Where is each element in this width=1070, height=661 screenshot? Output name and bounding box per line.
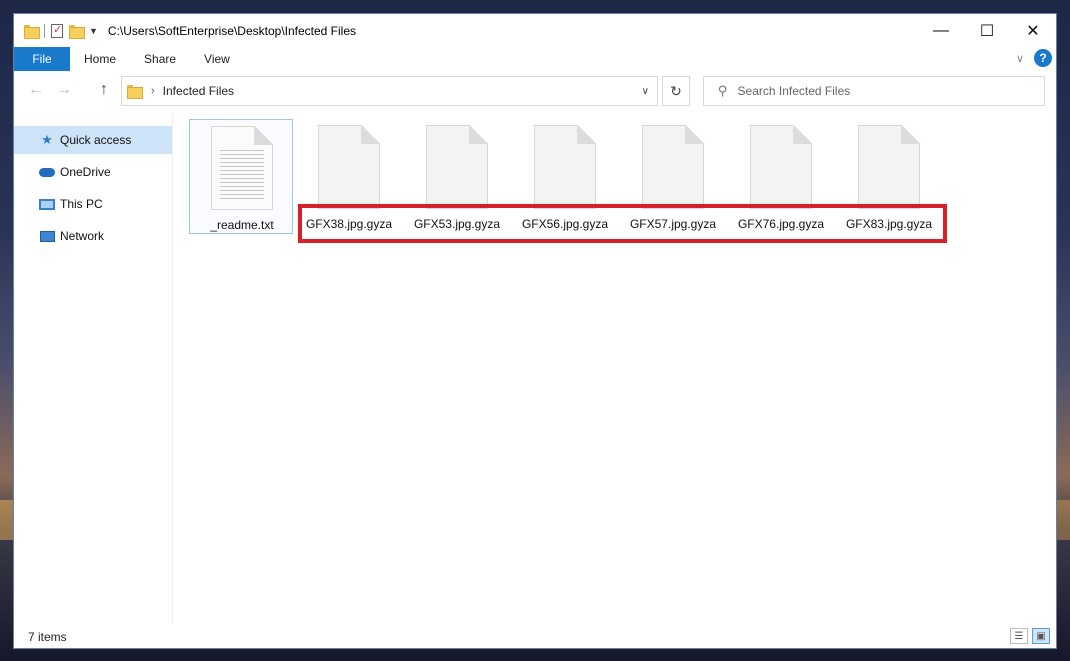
address-bar[interactable]: › Infected Files ∨ xyxy=(121,76,658,106)
chevron-down-icon[interactable]: ∨ xyxy=(1016,52,1024,65)
tab-view[interactable]: View xyxy=(190,47,244,71)
navigation-bar: ← → ↑ › Infected Files ∨ ↻ ⚲ xyxy=(14,71,1056,111)
maximize-button[interactable]: ☐ xyxy=(964,14,1010,47)
file-item[interactable]: _readme.txt xyxy=(189,119,293,234)
details-view-icon[interactable]: ☰ xyxy=(1010,628,1028,644)
sidebar-item-this-pc[interactable]: This PC xyxy=(14,190,172,218)
toolbar-divider xyxy=(44,23,45,38)
file-explorer-window: ▼ C:\Users\SoftEnterprise\Desktop\Infect… xyxy=(13,13,1057,649)
file-name: _readme.txt xyxy=(210,218,274,232)
view-switcher: ☰ ▣ xyxy=(1010,628,1050,644)
sidebar-item-label: OneDrive xyxy=(60,165,111,179)
close-button[interactable]: ✕ xyxy=(1010,14,1056,47)
sidebar-item-network[interactable]: Network xyxy=(14,222,172,250)
ribbon-tabs: File Home Share View ∨ ? xyxy=(14,47,1056,71)
properties-icon[interactable] xyxy=(51,23,63,38)
tab-file[interactable]: File xyxy=(14,47,70,71)
cloud-icon xyxy=(38,165,56,179)
breadcrumb[interactable]: Infected Files xyxy=(163,84,234,98)
folder-icon xyxy=(127,85,143,99)
window-title: C:\Users\SoftEnterprise\Desktop\Infected… xyxy=(107,23,357,38)
breadcrumb-chevron-icon[interactable]: › xyxy=(151,85,155,97)
search-input[interactable] xyxy=(737,84,1018,98)
search-box[interactable]: ⚲ xyxy=(703,76,1045,106)
highlight-annotation-box xyxy=(298,204,947,243)
quick-access-toolbar: ▼ xyxy=(14,23,98,39)
up-arrow-icon[interactable]: ↑ xyxy=(100,81,108,99)
sidebar-item-label: Network xyxy=(60,229,105,243)
search-icon: ⚲ xyxy=(718,83,728,98)
ribbon-right-controls: ∨ ? xyxy=(1016,49,1052,67)
star-icon: ★ xyxy=(41,132,53,147)
computer-icon xyxy=(38,197,56,211)
pane-divider[interactable] xyxy=(172,114,173,624)
new-folder-icon[interactable] xyxy=(69,24,85,39)
address-history-dropdown-icon[interactable]: ∨ xyxy=(642,86,649,97)
minimize-button[interactable]: — xyxy=(918,14,964,47)
sidebar-item-label: Quick access xyxy=(60,133,132,147)
forward-arrow-icon[interactable]: → xyxy=(56,81,72,99)
back-arrow-icon[interactable]: ← xyxy=(28,81,44,99)
network-icon xyxy=(38,229,56,243)
refresh-button[interactable]: ↻ xyxy=(662,76,690,106)
help-icon[interactable]: ? xyxy=(1034,49,1052,67)
navigation-pane: ★ Quick access OneDrive This PC Network xyxy=(14,126,172,626)
folder-icon xyxy=(24,24,40,39)
window-controls: — ☐ ✕ xyxy=(918,14,1056,47)
tab-share[interactable]: Share xyxy=(130,47,190,71)
large-icons-view-icon[interactable]: ▣ xyxy=(1032,628,1050,644)
title-bar: ▼ C:\Users\SoftEnterprise\Desktop\Infect… xyxy=(14,14,1056,47)
item-count: 7 items xyxy=(28,630,67,644)
tab-home[interactable]: Home xyxy=(70,47,130,71)
sidebar-item-quick-access[interactable]: ★ Quick access xyxy=(14,126,172,154)
sidebar-item-label: This PC xyxy=(60,197,103,211)
sidebar-item-onedrive[interactable]: OneDrive xyxy=(14,158,172,186)
status-bar: 7 items ☰ ▣ xyxy=(14,624,1056,650)
customize-toolbar-icon[interactable]: ▼ xyxy=(89,26,98,36)
